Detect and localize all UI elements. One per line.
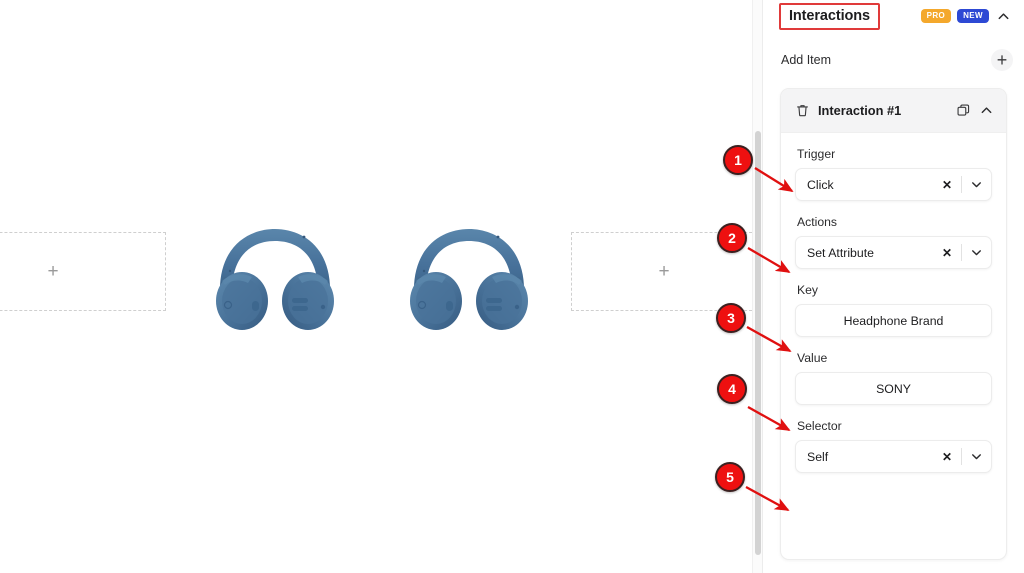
field-actions: Actions Set Attribute ✕	[795, 215, 992, 269]
plus-icon: +	[658, 261, 670, 282]
headphones-image-1[interactable]	[200, 219, 350, 337]
trash-icon[interactable]	[795, 103, 810, 118]
chevron-up-icon[interactable]	[995, 8, 1011, 24]
clear-icon[interactable]: ✕	[936, 237, 958, 268]
selector-value: Self	[807, 449, 829, 464]
actions-label: Actions	[797, 215, 837, 229]
clear-icon[interactable]: ✕	[936, 441, 958, 472]
chevron-up-icon[interactable]	[979, 103, 994, 118]
headphones-image-2[interactable]	[394, 219, 544, 337]
key-value: Headphone Brand	[843, 313, 944, 328]
add-item-label: Add Item	[781, 53, 832, 67]
field-selector: Selector Self ✕	[795, 419, 992, 473]
add-item-button[interactable]: +	[991, 49, 1013, 71]
divider	[961, 448, 962, 465]
field-value: Value SONY	[795, 351, 992, 405]
key-input[interactable]: Headphone Brand	[795, 304, 992, 337]
interaction-card: Interaction #1 Trigger Click ✕ Actions S…	[780, 88, 1007, 560]
placeholder-left[interactable]: +	[0, 232, 166, 311]
copy-icon[interactable]	[956, 103, 971, 118]
trigger-value: Click	[807, 177, 834, 192]
panel-header: Interactions PRO NEW	[763, 0, 1024, 32]
clear-icon[interactable]: ✕	[936, 169, 958, 200]
interaction-card-body: Trigger Click ✕ Actions Set Attribute ✕	[781, 133, 1006, 483]
value-input[interactable]: SONY	[795, 372, 992, 405]
selector-label: Selector	[797, 419, 842, 433]
trigger-label: Trigger	[797, 147, 836, 161]
value-label: Value	[797, 351, 828, 365]
add-item-row[interactable]: Add Item +	[763, 44, 1024, 76]
field-key: Key Headphone Brand	[795, 283, 992, 337]
chevron-down-icon[interactable]	[965, 441, 987, 472]
key-label: Key	[797, 283, 819, 297]
chevron-down-icon[interactable]	[965, 237, 987, 268]
divider	[961, 244, 962, 261]
interaction-card-header[interactable]: Interaction #1	[781, 89, 1006, 133]
actions-value: Set Attribute	[807, 245, 874, 260]
divider	[961, 176, 962, 193]
interaction-card-title: Interaction #1	[818, 103, 902, 118]
plus-icon: +	[47, 261, 59, 282]
page-title: Interactions	[779, 2, 880, 30]
pro-badge: PRO	[920, 9, 952, 23]
canvas-scrollbar-thumb[interactable]	[755, 131, 761, 555]
actions-select[interactable]: Set Attribute ✕	[795, 236, 992, 269]
trigger-select[interactable]: Click ✕	[795, 168, 992, 201]
design-canvas[interactable]: + +	[0, 0, 762, 573]
value-value: SONY	[876, 381, 911, 396]
field-trigger: Trigger Click ✕	[795, 147, 992, 201]
new-badge: NEW	[957, 9, 989, 23]
app-root: + + Interactions PRO NEW Add Item + Inte…	[0, 0, 1024, 573]
chevron-down-icon[interactable]	[965, 169, 987, 200]
placeholder-right[interactable]: +	[571, 232, 757, 311]
selector-select[interactable]: Self ✕	[795, 440, 992, 473]
